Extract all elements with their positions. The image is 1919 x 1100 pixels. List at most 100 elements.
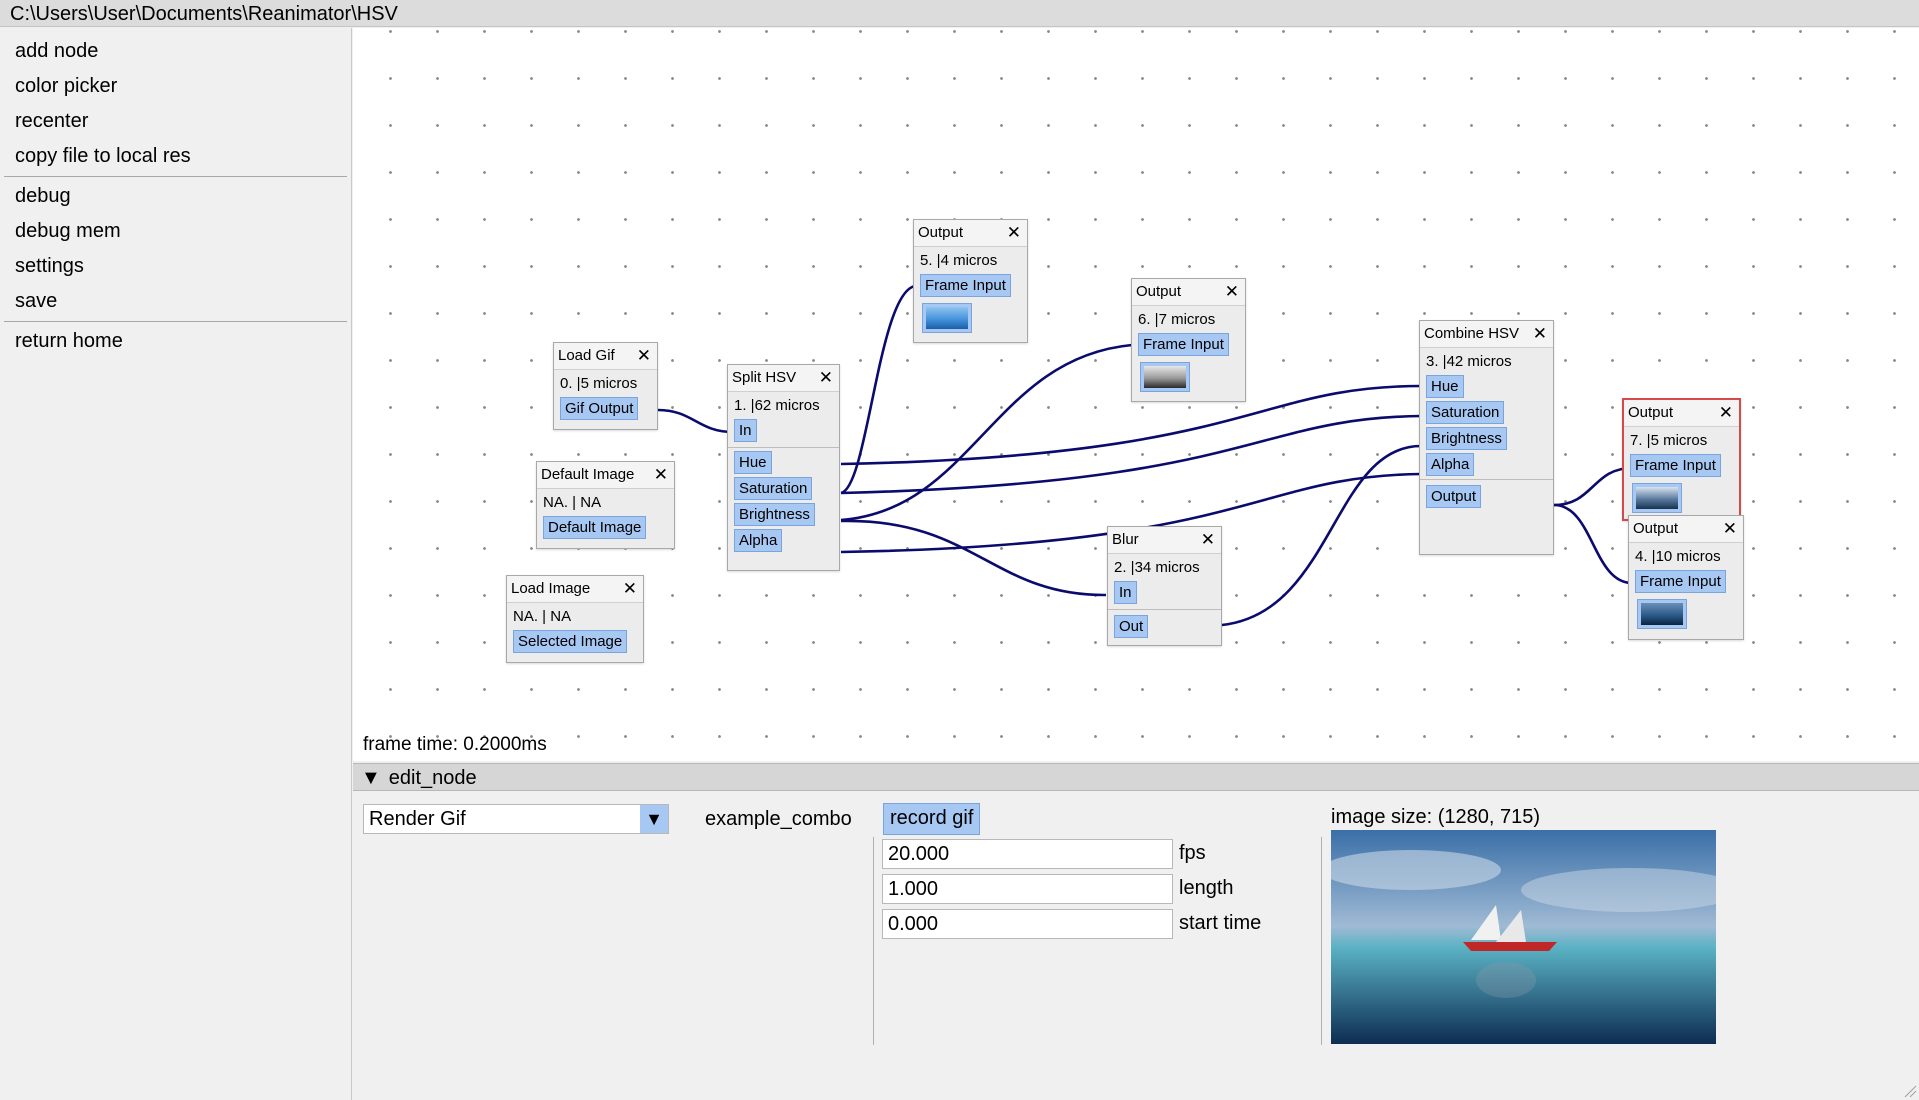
start-time-input[interactable]: 0.000 [882,909,1173,939]
menu-item-return-home[interactable]: return home [0,324,351,359]
combo-label: example_combo [705,808,852,830]
wire-sat-to-combine [840,414,1422,495]
blur-out-pin[interactable]: Out [1114,615,1149,638]
wire-combine-to-output7 [1553,466,1633,507]
node-timing: 3. |42 micros [1426,353,1512,370]
split-hue-pin[interactable]: Hue [734,451,772,474]
gif-output-pin[interactable]: Gif Output [560,397,639,420]
node-title: Output [918,224,964,241]
length-label: length [1179,877,1234,899]
edit-node-header[interactable]: ▼ edit_node [353,763,1919,791]
node-timing: 1. |62 micros [734,397,820,414]
wire-bright-to-blur [840,519,1107,597]
menu-separator [4,321,347,322]
combine-brightness-pin[interactable]: Brightness [1426,427,1507,450]
node-split-hsv[interactable]: Split HSV ✕ 1. |62 micros In Hue Saturati… [727,364,840,571]
blur-in-pin[interactable]: In [1114,581,1137,604]
menu-item-save[interactable]: save [0,284,351,319]
edit-node-title: edit_node [388,767,477,789]
record-gif-button[interactable]: record gif [883,803,981,835]
close-icon[interactable]: ✕ [623,576,637,602]
frame-input-pin[interactable]: Frame Input [1630,454,1721,477]
node-output-4[interactable]: Output ✕ 4. |10 micros Frame Input [1628,515,1744,640]
default-image-pin[interactable]: Default Image [543,516,647,539]
image-preview [1331,830,1716,1044]
chevron-down-icon[interactable]: ▼ [640,805,668,833]
node-graph-canvas[interactable]: Load Gif ✕ 0. |5 micros Gif Output Defaul… [353,28,1919,761]
frame-input-pin[interactable]: Frame Input [920,274,1011,297]
node-title: Load Image [511,580,591,597]
wire-split-to-output6 [840,343,1133,522]
window-title-bar: C:\Users\User\Documents\Reanimator\HSV [0,0,1919,27]
close-icon[interactable]: ✕ [637,343,651,369]
wire-gif-to-split [657,408,734,434]
menu-item-debug-mem[interactable]: debug mem [0,214,351,249]
menu-item-copy-file[interactable]: copy file to local res [0,139,351,174]
node-load-gif[interactable]: Load Gif ✕ 0. |5 micros Gif Output [553,342,658,430]
node-title: Combine HSV [1424,325,1520,342]
menu-item-color-picker[interactable]: color picker [0,69,351,104]
sidebar-menu: add node color picker recenter copy file… [0,28,352,1100]
edit-node-panel: Render Gif ▼ example_combo record gif 20… [353,792,1919,1100]
combo-value: Render Gif [369,808,466,830]
node-timing: NA. | NA [513,608,572,625]
node-load-image[interactable]: Load Image ✕ NA. | NA Selected Image [506,575,644,663]
start-time-label: start time [1179,912,1262,934]
menu-item-debug[interactable]: debug [0,179,351,214]
wire-blur-to-combine [1221,444,1422,627]
node-timing: 0. |5 micros [560,375,638,392]
fps-input[interactable]: 20.000 [882,839,1173,869]
collapse-arrow-icon[interactable]: ▼ [361,767,381,789]
close-icon[interactable]: ✕ [819,365,833,391]
combine-alpha-pin[interactable]: Alpha [1426,453,1475,476]
split-in-pin[interactable]: In [734,419,757,442]
fps-label: fps [1179,842,1206,864]
frame-thumbnail [1140,362,1190,392]
node-timing: 6. |7 micros [1138,311,1216,328]
node-title: Load Gif [558,347,615,364]
frame-input-pin[interactable]: Frame Input [1635,570,1726,593]
frame-time-readout: frame time: 0.2000ms [363,734,547,755]
close-icon[interactable]: ✕ [1719,400,1733,426]
node-title: Split HSV [732,369,797,386]
close-icon[interactable]: ✕ [1723,516,1737,542]
node-output-5[interactable]: Output ✕ 5. |4 micros Frame Input [913,219,1028,343]
combine-output-pin[interactable]: Output [1426,485,1482,508]
menu-separator [4,176,347,177]
menu-item-settings[interactable]: settings [0,249,351,284]
node-output-6[interactable]: Output ✕ 6. |7 micros Frame Input [1131,278,1246,402]
close-icon[interactable]: ✕ [1533,321,1547,347]
frame-thumbnail [1637,599,1687,629]
node-timing: NA. | NA [543,494,602,511]
node-timing: 4. |10 micros [1635,548,1721,565]
split-alpha-pin[interactable]: Alpha [734,529,783,552]
node-blur[interactable]: Blur ✕ 2. |34 micros In Out [1107,526,1222,646]
render-mode-combo[interactable]: Render Gif ▼ [363,804,669,834]
node-title: Default Image [541,466,635,483]
menu-item-add-node[interactable]: add node [0,34,351,69]
node-title: Output [1628,404,1674,421]
node-title: Output [1633,520,1679,537]
close-icon[interactable]: ✕ [1201,527,1215,553]
node-timing: 2. |34 micros [1114,559,1200,576]
window-title: C:\Users\User\Documents\Reanimator\HSV [10,3,398,25]
close-icon[interactable]: ✕ [654,462,668,488]
node-default-image[interactable]: Default Image ✕ NA. | NA Default Image [536,461,675,549]
combine-hue-pin[interactable]: Hue [1426,375,1464,398]
node-title: Output [1136,283,1182,300]
menu-item-recenter[interactable]: recenter [0,104,351,139]
split-brightness-pin[interactable]: Brightness [734,503,815,526]
frame-input-pin[interactable]: Frame Input [1138,333,1229,356]
close-icon[interactable]: ✕ [1007,220,1021,246]
split-saturation-pin[interactable]: Saturation [734,477,813,500]
combine-saturation-pin[interactable]: Saturation [1426,401,1505,424]
resize-grip-icon[interactable] [1903,1084,1917,1098]
wire-split-to-output5 [840,284,916,495]
panel-divider [1321,837,1322,1045]
panel-divider [873,837,874,1045]
close-icon[interactable]: ✕ [1225,279,1239,305]
selected-image-pin[interactable]: Selected Image [513,630,628,653]
length-input[interactable]: 1.000 [882,874,1173,904]
node-output-7[interactable]: Output ✕ 7. |5 micros Frame Input [1622,398,1741,521]
node-combine-hsv[interactable]: Combine HSV ✕ 3. |42 micros Hue Saturatio… [1419,320,1554,555]
